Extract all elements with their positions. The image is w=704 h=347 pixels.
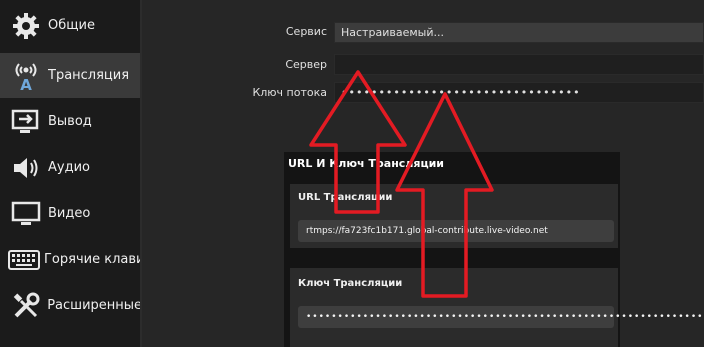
sidebar-item-label: Аудио	[48, 160, 90, 175]
sidebar-item-label: Трансляция	[48, 68, 130, 83]
stream-key-input[interactable]: ••••••••••••••••••••••••••••••••	[334, 82, 704, 103]
stream-url-field[interactable]: rtmps://fa723fc1b171.global-contribute.l…	[298, 220, 614, 242]
stream-key-section: Ключ Трансляции ••••••••••••••••••••••••…	[290, 268, 704, 347]
sidebar-item-label: Вывод	[48, 114, 92, 129]
stream-url-key-panel: URL И Ключ Трансляции URL Трансляции rtm…	[284, 152, 704, 347]
sidebar-item-label: Общие	[48, 18, 95, 33]
stream-url-section: URL Трансляции rtmps://fa723fc1b171.glob…	[290, 184, 618, 248]
monitor-icon	[8, 199, 44, 229]
service-select[interactable]: Настраиваемый...	[334, 22, 704, 43]
stream-key-overlay-value: ••••••••••••••••••••••••••••••••••••••••…	[306, 312, 704, 322]
service-label: Сервис	[285, 25, 327, 38]
stream-key-overlay-label: Ключ Трансляции	[298, 278, 403, 289]
sidebar-item-stream[interactable]: A Трансляция	[0, 53, 140, 98]
sidebar-item-label: Видео	[48, 206, 91, 221]
stream-url-label: URL Трансляции	[298, 192, 393, 203]
server-label: Сервер	[285, 58, 327, 71]
stream-key-overlay-field[interactable]: ••••••••••••••••••••••••••••••••••••••••…	[298, 306, 704, 328]
server-input[interactable]	[334, 54, 704, 75]
speaker-icon	[8, 153, 44, 183]
sidebar-item-audio[interactable]: Аудио	[0, 145, 140, 190]
stream-key-label: Ключ потока	[252, 86, 327, 99]
sidebar-item-label: Горячие клавиш	[44, 252, 140, 267]
sidebar-item-advanced[interactable]: Расширенные	[0, 283, 140, 328]
service-value: Настраиваемый...	[341, 26, 444, 39]
stream-url-value: rtmps://fa723fc1b171.global-contribute.l…	[306, 226, 548, 236]
overlay-title: URL И Ключ Трансляции	[288, 157, 445, 170]
sidebar-item-output[interactable]: Вывод	[0, 99, 140, 144]
keyboard-icon	[8, 245, 40, 275]
tools-icon	[8, 291, 43, 321]
sidebar-item-video[interactable]: Видео	[0, 191, 140, 236]
sidebar-item-general[interactable]: Общие	[0, 3, 140, 48]
gear-icon	[8, 11, 44, 41]
output-icon	[8, 107, 44, 137]
settings-sidebar: Общие A Трансляция Вывод Аудио Видео Гор…	[0, 0, 140, 347]
broadcast-icon: A	[8, 61, 44, 92]
sidebar-item-hotkeys[interactable]: Горячие клавиш	[0, 237, 140, 282]
svg-text:A: A	[20, 76, 32, 92]
sidebar-item-label: Расширенные	[47, 298, 140, 313]
stream-key-value: ••••••••••••••••••••••••••••••••	[341, 86, 581, 99]
